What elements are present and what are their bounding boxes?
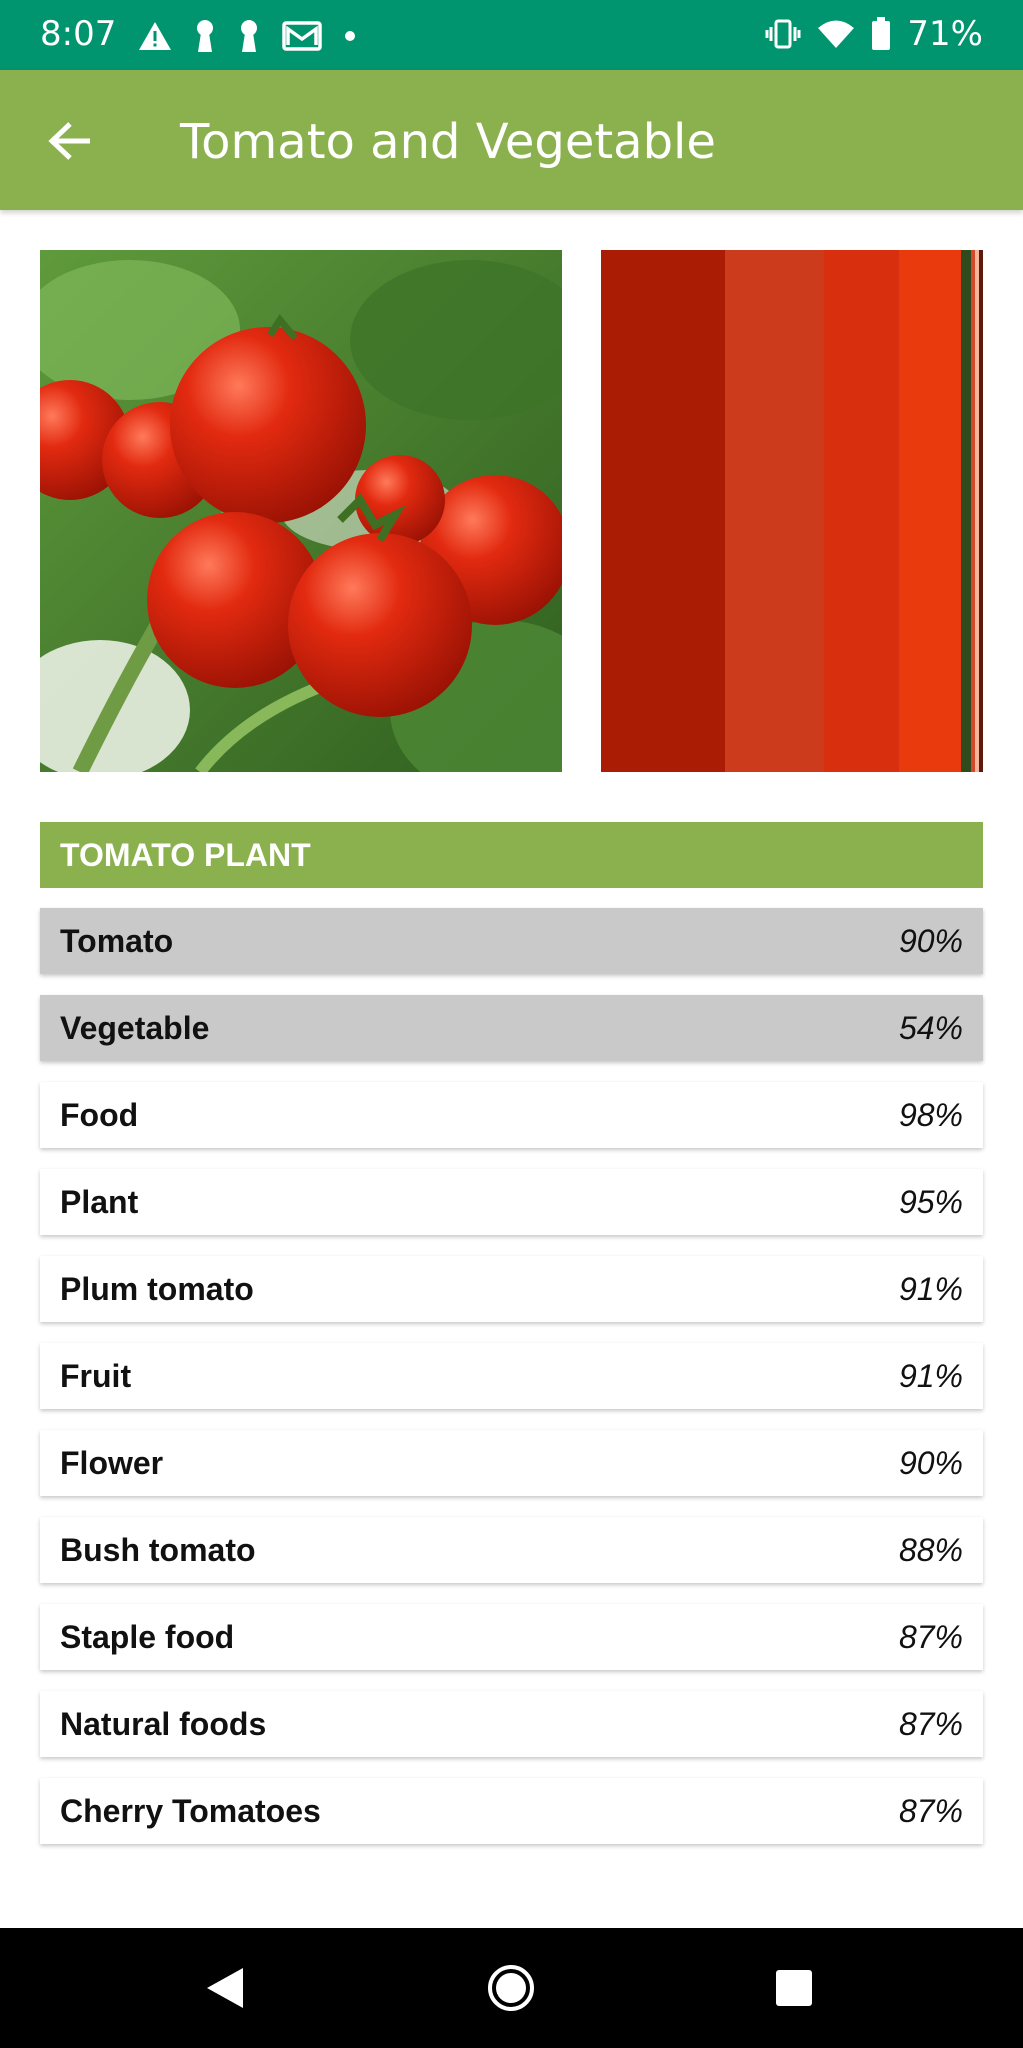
list-item[interactable]: Flower 90%	[40, 1430, 983, 1496]
battery-icon	[872, 17, 891, 50]
system-indicators: 71%	[765, 14, 983, 54]
list-item[interactable]: Natural foods 87%	[40, 1691, 983, 1757]
keyhole-icon	[197, 20, 213, 52]
list-item[interactable]: Bush tomato 88%	[40, 1517, 983, 1583]
label-name: Cherry Tomatoes	[60, 1792, 321, 1829]
back-button[interactable]	[30, 106, 110, 176]
label-score: 90%	[898, 922, 963, 959]
battery-percent: 71%	[907, 14, 983, 54]
list-item[interactable]: Fruit 91%	[40, 1343, 983, 1409]
color-palette	[601, 250, 983, 772]
label-name: Vegetable	[60, 1009, 210, 1046]
list-item[interactable]: Vegetable 54%	[40, 995, 983, 1061]
list-item[interactable]: Plant 95%	[40, 1169, 983, 1235]
palette-swatch	[898, 250, 962, 772]
label-name: Fruit	[60, 1357, 132, 1394]
list-item[interactable]: Staple food 87%	[40, 1604, 983, 1670]
warning-icon	[139, 22, 171, 50]
label-score: 87%	[898, 1705, 963, 1742]
label-score: 88%	[898, 1531, 963, 1568]
nav-back-button[interactable]	[195, 1958, 255, 2018]
label-score: 95%	[898, 1183, 963, 1220]
status-bar: 8:07 71%	[0, 0, 1023, 70]
label-score: 87%	[898, 1792, 963, 1829]
palette-swatch	[961, 250, 972, 772]
keyhole-icon	[241, 20, 257, 52]
label-name: Plant	[60, 1183, 139, 1220]
label-name: Plum tomato	[60, 1270, 254, 1307]
label-score: 91%	[898, 1357, 963, 1394]
palette-swatch	[824, 250, 899, 772]
palette-swatch	[979, 250, 983, 772]
label-name: Natural foods	[60, 1705, 267, 1742]
notification-icons	[138, 16, 356, 56]
dot-icon	[345, 31, 355, 41]
label-score: 91%	[898, 1270, 963, 1307]
label-score: 90%	[898, 1444, 963, 1481]
back-triangle-icon	[207, 1968, 243, 2008]
palette-swatch	[725, 250, 825, 772]
label-name: Bush tomato	[60, 1531, 256, 1568]
label-score: 98%	[898, 1096, 963, 1133]
list-item[interactable]: Cherry Tomatoes 87%	[40, 1778, 983, 1844]
status-time: 8:07	[40, 14, 117, 54]
wifi-icon	[818, 20, 855, 48]
label-name: Flower	[60, 1444, 164, 1481]
tomato-illustration	[40, 250, 562, 772]
palette-swatch	[601, 250, 726, 772]
gmail-icon	[282, 21, 322, 51]
navigation-bar	[0, 1928, 1023, 2048]
vibrate-icon	[765, 19, 801, 49]
recents-square-icon	[776, 1970, 812, 2006]
home-circle-icon	[488, 1965, 534, 2011]
arrow-back-icon	[48, 122, 90, 160]
page-title: Tomato and Vegetable	[180, 114, 716, 170]
nav-recents-button[interactable]	[764, 1958, 824, 2018]
label-score: 87%	[898, 1618, 963, 1655]
nav-home-button[interactable]	[481, 1958, 541, 2018]
label-list: Tomato 90% Vegetable 54% Food 98% Plant …	[40, 908, 983, 1865]
list-item[interactable]: Tomato 90%	[40, 908, 983, 974]
label-score: 54%	[898, 1009, 963, 1046]
tomato-photo	[40, 250, 562, 772]
label-name: Tomato	[60, 922, 174, 959]
label-name: Food	[60, 1096, 139, 1133]
label-name: Staple food	[60, 1618, 235, 1655]
list-item[interactable]: Plum tomato 91%	[40, 1256, 983, 1322]
list-item[interactable]: Food 98%	[40, 1082, 983, 1148]
section-header: TOMATO PLANT	[40, 822, 983, 888]
app-bar: Tomato and Vegetable	[0, 70, 1023, 210]
